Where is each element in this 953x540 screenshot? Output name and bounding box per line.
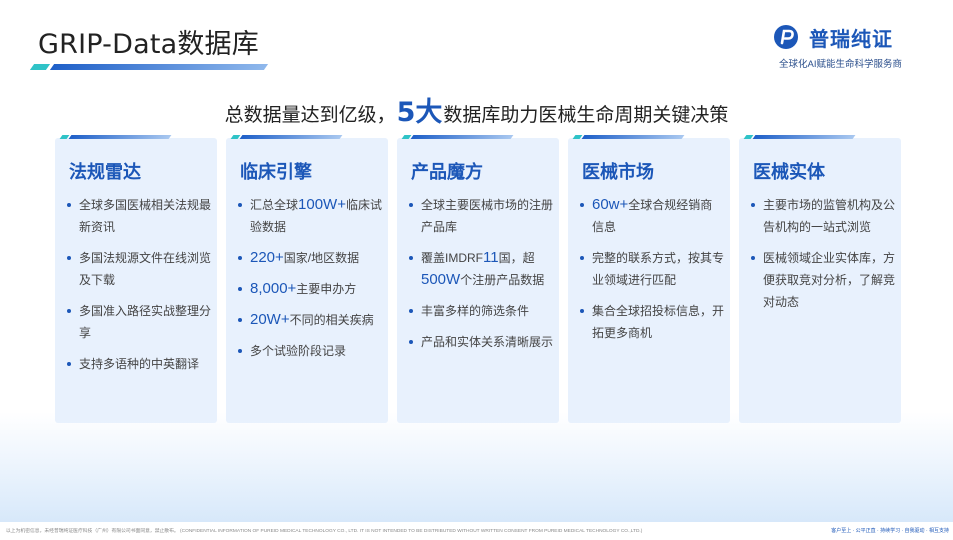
footer-values: 客户至上 · 公平正直 · 持续学习 · 自我驱动 · 相互支持 <box>831 528 949 534</box>
item-text: 个注册产品数据 <box>460 273 545 287</box>
card-accent-bar <box>752 135 856 139</box>
list-item: 丰富多样的筛选条件 <box>407 300 553 322</box>
list-item: 支持多语种的中英翻译 <box>65 353 211 375</box>
logo-tagline: 全球化AI赋能生命科学服务商 <box>779 59 902 70</box>
page-title: GRIP-Data数据库 <box>38 29 259 60</box>
list-item: 220+国家/地区数据 <box>236 247 382 269</box>
card-title: 产品魔方 <box>411 162 483 183</box>
headline-highlight: 5大 <box>396 97 443 128</box>
card-list: 主要市场的监管机构及公告机构的一站式浏览 医械领域企业实体库，方便获取竞对分析，… <box>749 194 895 322</box>
item-highlight: 8,000+ <box>250 280 297 297</box>
list-item: 8,000+主要申办方 <box>236 278 382 300</box>
card-clinical-engine: 临床引擎 汇总全球100W+临床试验数据 220+国家/地区数据 8,000+主… <box>226 135 388 423</box>
list-item: 全球多国医械相关法规最新资讯 <box>65 194 211 238</box>
item-highlight: 60w+ <box>592 196 629 213</box>
item-text: 汇总全球 <box>250 198 299 212</box>
title-underline <box>49 64 269 70</box>
card-accent-bar <box>410 135 514 139</box>
card-title: 临床引擎 <box>240 162 312 183</box>
list-item: 20W+不同的相关疾病 <box>236 309 382 331</box>
item-highlight: 220+ <box>250 249 284 266</box>
title-underline-accent <box>29 64 51 70</box>
card-list: 60w+全球合规经销商信息 完整的联系方式，按其专业领域进行匹配 集合全球招投标… <box>578 194 724 353</box>
list-item: 60w+全球合规经销商信息 <box>578 194 724 238</box>
item-text: 主要申办方 <box>296 282 357 296</box>
item-highlight: 11 <box>483 249 499 266</box>
item-highlight: 20W+ <box>250 311 290 328</box>
card-device-market: 医械市场 60w+全球合规经销商信息 完整的联系方式，按其专业领域进行匹配 集合… <box>568 135 730 423</box>
logo-icon <box>774 25 798 49</box>
list-item: 全球主要医械市场的注册产品库 <box>407 194 553 238</box>
logo-name: 普瑞纯证 <box>809 27 893 51</box>
headline: 总数据量达到亿级，5大数据库助力医械生命周期关键决策 <box>0 90 953 129</box>
list-item: 完整的联系方式，按其专业领域进行匹配 <box>578 247 724 291</box>
list-item: 覆盖IMDRF11国，超 500W个注册产品数据 <box>407 247 553 291</box>
card-product-cube: 产品魔方 全球主要医械市场的注册产品库 覆盖IMDRF11国，超 500W个注册产… <box>397 135 559 423</box>
item-text: 不同的相关疾病 <box>289 313 374 327</box>
list-item: 多国法规源文件在线浏览及下载 <box>65 247 211 291</box>
decorative-wave-background <box>0 412 953 522</box>
list-item: 医械领域企业实体库，方便获取竞对分析，了解竞对动态 <box>749 247 895 313</box>
footer-disclaimer: 以上为机密信息，未经普瑞纯证医疗科技（广州）有限公司书面同意，禁止散布。 (CO… <box>6 529 643 534</box>
card-list: 汇总全球100W+临床试验数据 220+国家/地区数据 8,000+主要申办方 … <box>236 194 382 371</box>
list-item: 产品和实体关系清晰展示 <box>407 331 553 353</box>
card-accent-bar <box>581 135 685 139</box>
card-title: 医械市场 <box>582 162 654 183</box>
list-item: 主要市场的监管机构及公告机构的一站式浏览 <box>749 194 895 238</box>
list-item: 集合全球招投标信息，开拓更多商机 <box>578 300 724 344</box>
card-title: 医械实体 <box>753 162 825 183</box>
company-logo: 普瑞纯证 全球化AI赋能生命科学服务商 <box>773 24 923 70</box>
footer: 以上为机密信息，未经普瑞纯证医疗科技（广州）有限公司书面同意，禁止散布。 (CO… <box>0 522 953 540</box>
card-list: 全球多国医械相关法规最新资讯 多国法规源文件在线浏览及下载 多国准入路径实战整理… <box>65 194 211 384</box>
card-accent-bar <box>239 135 343 139</box>
headline-prefix: 总数据量达到亿级， <box>224 104 396 126</box>
card-title: 法规雷达 <box>69 162 141 183</box>
item-text: 覆盖IMDRF <box>421 251 483 265</box>
item-highlight: 100W+ <box>298 196 346 213</box>
card-regulation-radar: 法规雷达 全球多国医械相关法规最新资讯 多国法规源文件在线浏览及下载 多国准入路… <box>55 135 217 423</box>
item-text: 国，超 <box>498 251 535 265</box>
card-list: 全球主要医械市场的注册产品库 覆盖IMDRF11国，超 500W个注册产品数据 丰… <box>407 194 553 362</box>
headline-suffix: 数据库助力医械生命周期关键决策 <box>443 104 729 126</box>
list-item: 汇总全球100W+临床试验数据 <box>236 194 382 238</box>
card-accent-bar <box>68 135 172 139</box>
item-text: 国家/地区数据 <box>283 251 360 265</box>
list-item: 多国准入路径实战整理分享 <box>65 300 211 344</box>
item-highlight: 500W <box>421 271 461 288</box>
list-item: 多个试验阶段记录 <box>236 340 382 362</box>
card-device-entity: 医械实体 主要市场的监管机构及公告机构的一站式浏览 医械领域企业实体库，方便获取… <box>739 135 901 423</box>
